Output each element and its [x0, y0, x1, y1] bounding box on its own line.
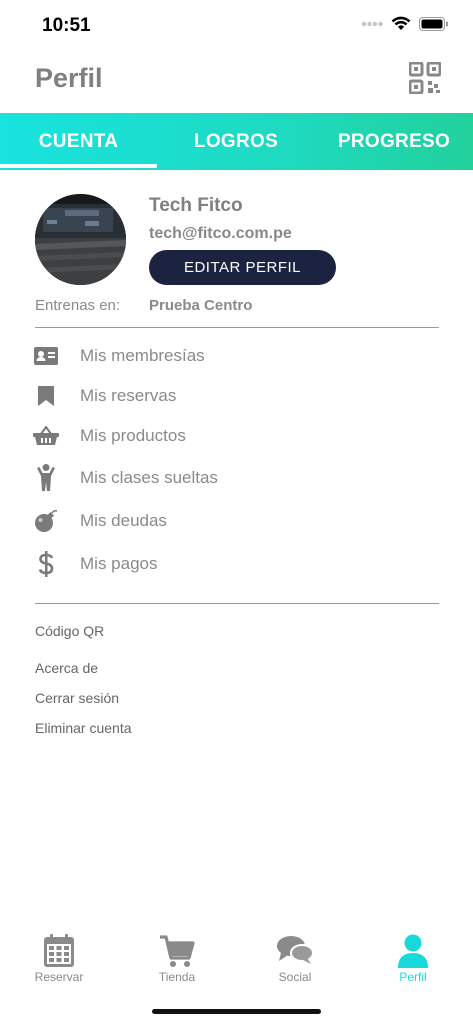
menu-label-membresias: Mis membresías — [80, 346, 205, 365]
menu-item-reservas[interactable]: Mis reservas — [0, 376, 473, 416]
nav-perfil[interactable]: Perfil — [354, 930, 472, 990]
menu-item-deudas[interactable]: Mis deudas — [0, 501, 473, 541]
nav-social[interactable]: Social — [236, 930, 354, 990]
tab-cuenta[interactable]: CUENTA — [0, 113, 157, 170]
qr-code-button[interactable] — [408, 61, 442, 95]
active-tab-indicator — [0, 164, 157, 168]
menu-item-pagos[interactable]: Mis pagos — [0, 544, 473, 584]
menu-label-productos: Mis productos — [80, 426, 186, 445]
delete-account-link[interactable]: Eliminar cuenta — [35, 720, 132, 736]
basket-icon — [33, 423, 59, 449]
id-card-icon — [33, 343, 59, 369]
calendar-icon — [44, 934, 74, 967]
nav-reservar[interactable]: Reservar — [0, 930, 118, 990]
tab-logros[interactable]: LOGROS — [157, 113, 315, 170]
divider-top — [35, 327, 439, 328]
user-icon — [398, 934, 428, 968]
menu-item-clases-sueltas[interactable]: Mis clases sueltas — [0, 458, 473, 498]
home-indicator — [152, 1009, 321, 1014]
profile-email: tech@fitco.com.pe — [149, 225, 292, 242]
page-title: Perfil — [35, 63, 103, 93]
tab-bar: CUENTA LOGROS PROGRESO — [0, 113, 473, 170]
bookmark-icon — [33, 383, 59, 409]
qr-code-link[interactable]: Código QR — [35, 623, 104, 639]
status-bar: 10:51 — [0, 0, 473, 50]
nav-label-perfil: Perfil — [399, 970, 427, 984]
dollar-icon — [33, 551, 59, 577]
menu-item-membresias[interactable]: Mis membresías — [0, 336, 473, 376]
chat-icon — [277, 936, 314, 964]
divider-bottom — [35, 603, 439, 604]
avatar[interactable] — [35, 194, 126, 285]
qr-code-icon — [408, 61, 442, 95]
avatar-photo — [35, 194, 126, 285]
logout-link[interactable]: Cerrar sesión — [35, 690, 119, 706]
wifi-icon — [391, 16, 411, 30]
nav-label-social: Social — [278, 970, 312, 984]
cart-icon — [160, 935, 195, 967]
menu-label-reservas: Mis reservas — [80, 386, 177, 405]
cellular-signal-icon — [361, 21, 383, 26]
menu-label-deudas: Mis deudas — [80, 511, 167, 530]
nav-label-reservar: Reservar — [34, 970, 84, 984]
menu-label-pagos: Mis pagos — [80, 554, 158, 573]
header: Perfil — [0, 50, 473, 113]
nav-label-tienda: Tienda — [158, 970, 196, 984]
menu-label-clases-sueltas: Mis clases sueltas — [80, 468, 218, 487]
battery-icon — [419, 16, 448, 31]
about-link[interactable]: Acerca de — [35, 660, 98, 676]
status-icons — [361, 16, 449, 31]
profile-name: Tech Fitco — [149, 195, 243, 216]
person-icon — [33, 464, 59, 491]
bomb-icon — [33, 508, 59, 534]
nav-tienda[interactable]: Tienda — [118, 930, 236, 990]
status-time: 10:51 — [42, 15, 91, 36]
edit-profile-button[interactable]: EDITAR PERFIL — [149, 250, 336, 285]
menu-item-productos[interactable]: Mis productos — [0, 416, 473, 456]
train-location-label: Entrenas en: — [35, 297, 121, 314]
tab-progreso[interactable]: PROGRESO — [315, 113, 473, 170]
bottom-nav: Reservar Tienda Social Perfil — [0, 930, 473, 990]
train-location-value: Prueba Centro — [149, 297, 253, 314]
